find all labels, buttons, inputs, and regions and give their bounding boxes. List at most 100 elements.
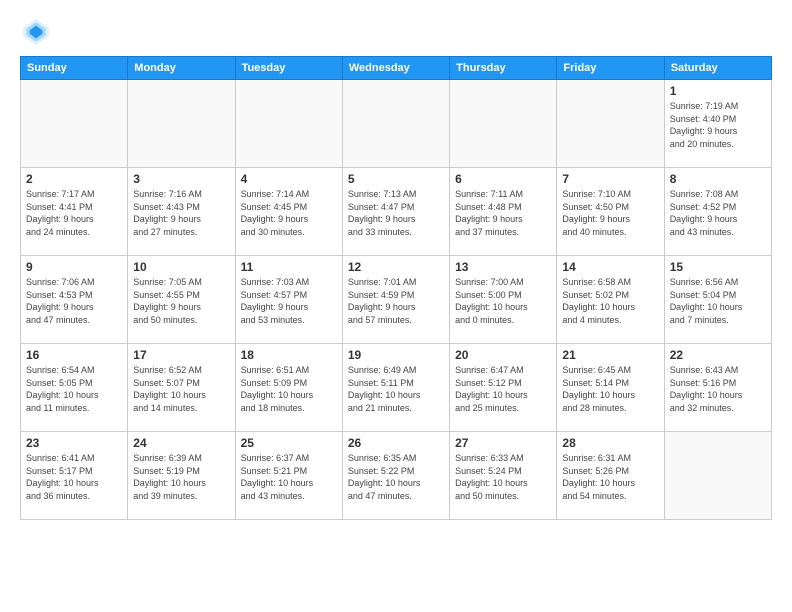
day-number: 24 [133,436,229,450]
calendar-week-1: 2 Sunrise: 7:17 AM Sunset: 4:41 PM Daylig… [21,168,772,256]
day-number: 13 [455,260,551,274]
calendar-cell [342,80,449,168]
day-number: 23 [26,436,122,450]
day-number: 9 [26,260,122,274]
day-number: 8 [670,172,766,186]
day-info: Sunrise: 7:06 AM Sunset: 4:53 PM Dayligh… [26,276,122,326]
day-info: Sunrise: 6:41 AM Sunset: 5:17 PM Dayligh… [26,452,122,502]
day-number: 12 [348,260,444,274]
calendar-week-2: 9 Sunrise: 7:06 AM Sunset: 4:53 PM Daylig… [21,256,772,344]
calendar-cell: 1 Sunrise: 7:19 AM Sunset: 4:40 PM Daylig… [664,80,771,168]
calendar-table: SundayMondayTuesdayWednesdayThursdayFrid… [20,56,772,520]
day-number: 14 [562,260,658,274]
calendar-cell [21,80,128,168]
day-number: 4 [241,172,337,186]
day-number: 20 [455,348,551,362]
day-info: Sunrise: 7:01 AM Sunset: 4:59 PM Dayligh… [348,276,444,326]
weekday-header-sunday: Sunday [21,57,128,80]
calendar-cell: 8 Sunrise: 7:08 AM Sunset: 4:52 PM Daylig… [664,168,771,256]
weekday-header-tuesday: Tuesday [235,57,342,80]
day-info: Sunrise: 7:10 AM Sunset: 4:50 PM Dayligh… [562,188,658,238]
calendar-cell [235,80,342,168]
day-info: Sunrise: 7:19 AM Sunset: 4:40 PM Dayligh… [670,100,766,150]
day-number: 22 [670,348,766,362]
day-info: Sunrise: 6:45 AM Sunset: 5:14 PM Dayligh… [562,364,658,414]
weekday-header-thursday: Thursday [450,57,557,80]
weekday-header-wednesday: Wednesday [342,57,449,80]
calendar-cell: 6 Sunrise: 7:11 AM Sunset: 4:48 PM Daylig… [450,168,557,256]
calendar-week-0: 1 Sunrise: 7:19 AM Sunset: 4:40 PM Daylig… [21,80,772,168]
header [20,16,772,48]
day-number: 7 [562,172,658,186]
day-info: Sunrise: 6:31 AM Sunset: 5:26 PM Dayligh… [562,452,658,502]
day-info: Sunrise: 6:56 AM Sunset: 5:04 PM Dayligh… [670,276,766,326]
day-number: 2 [26,172,122,186]
day-number: 3 [133,172,229,186]
day-info: Sunrise: 6:43 AM Sunset: 5:16 PM Dayligh… [670,364,766,414]
calendar-cell: 26 Sunrise: 6:35 AM Sunset: 5:22 PM Dayli… [342,432,449,520]
day-info: Sunrise: 6:35 AM Sunset: 5:22 PM Dayligh… [348,452,444,502]
logo-icon [20,16,52,48]
calendar-cell: 4Sunrise: 7:14 AM Sunset: 4:45 PM Daylig… [235,168,342,256]
weekday-header-monday: Monday [128,57,235,80]
day-number: 21 [562,348,658,362]
day-number: 1 [670,84,766,98]
calendar-cell: 12 Sunrise: 7:01 AM Sunset: 4:59 PM Dayli… [342,256,449,344]
day-info: Sunrise: 6:54 AM Sunset: 5:05 PM Dayligh… [26,364,122,414]
calendar-cell: 9 Sunrise: 7:06 AM Sunset: 4:53 PM Daylig… [21,256,128,344]
day-info: Sunrise: 6:37 AM Sunset: 5:21 PM Dayligh… [241,452,337,502]
calendar-cell: 3 Sunrise: 7:16 AM Sunset: 4:43 PM Daylig… [128,168,235,256]
logo [20,16,56,48]
day-info: Sunrise: 6:52 AM Sunset: 5:07 PM Dayligh… [133,364,229,414]
day-number: 19 [348,348,444,362]
calendar-cell: 25Sunrise: 6:37 AM Sunset: 5:21 PM Dayli… [235,432,342,520]
day-number: 26 [348,436,444,450]
day-number: 10 [133,260,229,274]
calendar-cell: 24 Sunrise: 6:39 AM Sunset: 5:19 PM Dayli… [128,432,235,520]
day-info: Sunrise: 7:11 AM Sunset: 4:48 PM Dayligh… [455,188,551,238]
day-info: Sunrise: 6:51 AM Sunset: 5:09 PM Dayligh… [241,364,337,414]
day-info: Sunrise: 7:08 AM Sunset: 4:52 PM Dayligh… [670,188,766,238]
day-number: 5 [348,172,444,186]
weekday-header-friday: Friday [557,57,664,80]
day-info: Sunrise: 6:33 AM Sunset: 5:24 PM Dayligh… [455,452,551,502]
calendar-cell: 10Sunrise: 7:05 AM Sunset: 4:55 PM Dayli… [128,256,235,344]
day-number: 6 [455,172,551,186]
calendar-cell: 20 Sunrise: 6:47 AM Sunset: 5:12 PM Dayli… [450,344,557,432]
day-info: Sunrise: 7:03 AM Sunset: 4:57 PM Dayligh… [241,276,337,326]
calendar-cell: 13 Sunrise: 7:00 AM Sunset: 5:00 PM Dayli… [450,256,557,344]
day-info: Sunrise: 7:16 AM Sunset: 4:43 PM Dayligh… [133,188,229,238]
calendar-cell: 7 Sunrise: 7:10 AM Sunset: 4:50 PM Daylig… [557,168,664,256]
calendar-cell [557,80,664,168]
calendar-cell [450,80,557,168]
calendar-cell: 23 Sunrise: 6:41 AM Sunset: 5:17 PM Dayli… [21,432,128,520]
day-info: Sunrise: 6:58 AM Sunset: 5:02 PM Dayligh… [562,276,658,326]
weekday-header-saturday: Saturday [664,57,771,80]
calendar-cell: 21 Sunrise: 6:45 AM Sunset: 5:14 PM Dayli… [557,344,664,432]
calendar-cell: 18 Sunrise: 6:51 AM Sunset: 5:09 PM Dayli… [235,344,342,432]
day-number: 16 [26,348,122,362]
calendar-cell: 14 Sunrise: 6:58 AM Sunset: 5:02 PM Dayli… [557,256,664,344]
day-info: Sunrise: 7:17 AM Sunset: 4:41 PM Dayligh… [26,188,122,238]
calendar-cell: 5 Sunrise: 7:13 AM Sunset: 4:47 PM Daylig… [342,168,449,256]
day-number: 28 [562,436,658,450]
calendar-cell [128,80,235,168]
day-info: Sunrise: 7:13 AM Sunset: 4:47 PM Dayligh… [348,188,444,238]
calendar-cell: 16 Sunrise: 6:54 AM Sunset: 5:05 PM Dayli… [21,344,128,432]
calendar-cell: 22 Sunrise: 6:43 AM Sunset: 5:16 PM Dayli… [664,344,771,432]
day-info: Sunrise: 7:00 AM Sunset: 5:00 PM Dayligh… [455,276,551,326]
calendar-cell: 19 Sunrise: 6:49 AM Sunset: 5:11 PM Dayli… [342,344,449,432]
day-info: Sunrise: 6:39 AM Sunset: 5:19 PM Dayligh… [133,452,229,502]
calendar-cell: 17Sunrise: 6:52 AM Sunset: 5:07 PM Dayli… [128,344,235,432]
calendar-header-row: SundayMondayTuesdayWednesdayThursdayFrid… [21,57,772,80]
day-number: 11 [241,260,337,274]
day-info: Sunrise: 6:49 AM Sunset: 5:11 PM Dayligh… [348,364,444,414]
calendar-cell: 28 Sunrise: 6:31 AM Sunset: 5:26 PM Dayli… [557,432,664,520]
calendar-cell: 11 Sunrise: 7:03 AM Sunset: 4:57 PM Dayli… [235,256,342,344]
calendar-week-3: 16 Sunrise: 6:54 AM Sunset: 5:05 PM Dayli… [21,344,772,432]
day-number: 27 [455,436,551,450]
day-info: Sunrise: 6:47 AM Sunset: 5:12 PM Dayligh… [455,364,551,414]
calendar-cell [664,432,771,520]
day-number: 18 [241,348,337,362]
calendar-week-4: 23 Sunrise: 6:41 AM Sunset: 5:17 PM Dayli… [21,432,772,520]
